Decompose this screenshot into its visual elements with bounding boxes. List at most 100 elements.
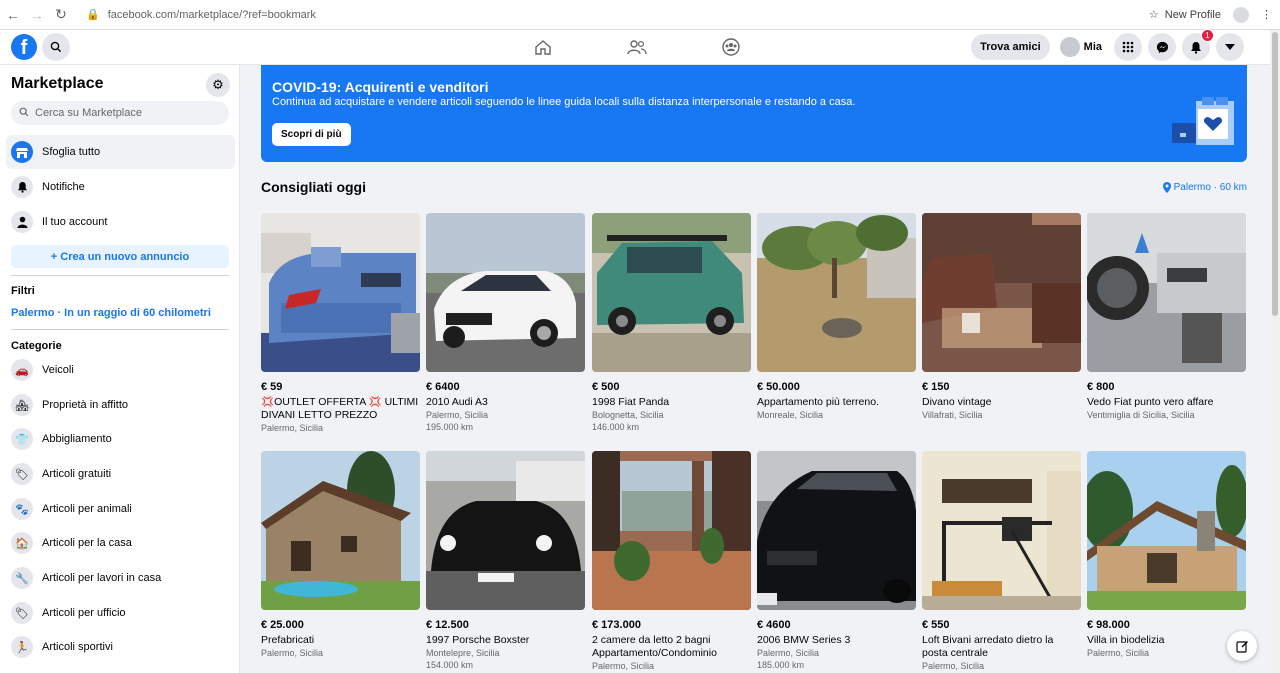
back-icon[interactable]: ← <box>2 4 24 26</box>
banner-text: Continua ad acquistare e vendere articol… <box>272 96 856 108</box>
sidebar-item-browse-all[interactable]: Sfoglia tutto <box>6 135 235 169</box>
kebab-menu-icon[interactable]: ⋮ <box>1261 8 1272 21</box>
category-label: Articoli per animali <box>42 503 132 515</box>
listing-price: € 6400 <box>426 381 460 393</box>
car-icon: 🚗 <box>11 359 33 381</box>
listing-photo <box>922 213 1081 372</box>
listing-price: € 12.500 <box>426 619 469 631</box>
profile-avatar-icon[interactable] <box>1233 6 1249 23</box>
listing-title: Vedo Fiat punto vero affare <box>1087 396 1214 408</box>
sidebar-title: Marketplace <box>11 75 104 92</box>
listing-price: € 550 <box>922 619 950 631</box>
listing-location: Palermo, Sicilia <box>261 423 324 433</box>
create-listing-button[interactable]: + Crea un nuovo annuncio <box>11 245 229 268</box>
listing-price: € 150 <box>922 381 950 393</box>
filters-heading: Filtri <box>11 285 35 297</box>
messenger-icon[interactable] <box>1148 33 1176 61</box>
tag-icon: 🏷 <box>11 463 33 485</box>
house-key-icon: 🏘 <box>11 394 33 416</box>
sidebar-item-notifications[interactable]: Notifiche <box>6 170 235 204</box>
listing-card[interactable]: € 550 Loft Bivani arredato dietro la pos… <box>922 451 1081 671</box>
listing-title: 2 camere da letto 2 bagni Appartamento/C… <box>592 634 717 659</box>
category-label: Veicoli <box>42 364 74 376</box>
new-message-edit-icon[interactable] <box>1227 631 1257 661</box>
category-free[interactable]: 🏷 Articoli gratuiti <box>6 457 235 491</box>
listing-photo <box>757 451 916 610</box>
category-vehicles[interactable]: 🚗 Veicoli <box>6 353 235 387</box>
listing-mileage: 185.000 km <box>757 660 805 670</box>
category-label: Articoli per ufficio <box>42 607 126 619</box>
bell-icon <box>11 176 33 198</box>
friends-nav-icon[interactable] <box>621 36 653 58</box>
listing-price: € 800 <box>1087 381 1115 393</box>
location-filter-link[interactable]: Palermo · In un raggio di 60 chilometri <box>11 307 211 319</box>
learn-more-button[interactable]: Scopri di più <box>272 123 351 146</box>
listing-price: € 173.000 <box>592 619 641 631</box>
listing-price: € 500 <box>592 381 620 393</box>
sidebar-item-label: Sfoglia tutto <box>42 146 101 158</box>
category-home-improvement[interactable]: 🔧 Articoli per lavori in casa <box>6 561 235 595</box>
listing-card[interactable]: € 500 1998 Fiat Panda Bolognetta, Sicili… <box>592 213 751 432</box>
listing-card[interactable]: € 6400 2010 Audi A3 Palermo, Sicilia 195… <box>426 213 585 432</box>
marketplace-search-input[interactable]: Cerca su Marketplace <box>11 101 229 125</box>
listing-location: Palermo, Sicilia <box>592 661 655 671</box>
sidebar: Marketplace ⚙ Cerca su Marketplace Sfogl… <box>0 65 240 673</box>
scrollbar-thumb[interactable] <box>1272 32 1278 316</box>
forward-icon[interactable]: → <box>26 4 48 26</box>
category-office[interactable]: 🏷 Articoli per ufficio <box>6 596 235 630</box>
listing-card[interactable]: € 59 💢OUTLET OFFERTA 💢 ULTIMI DIVANI LET… <box>261 213 420 433</box>
profile-link[interactable]: Mia <box>1059 37 1102 57</box>
reload-icon[interactable]: ↻ <box>50 4 72 26</box>
page-scrollbar[interactable] <box>1270 30 1280 673</box>
listing-photo <box>922 451 1081 610</box>
category-rentals[interactable]: 🏘 Proprietà in affitto <box>6 388 235 422</box>
listing-card[interactable]: € 50.000 Appartamento più terreno. Monre… <box>757 213 916 420</box>
settings-gear-icon[interactable]: ⚙ <box>206 73 230 97</box>
facebook-header: f Trova amici Mia 1 <box>0 29 1270 65</box>
listing-card[interactable]: € 4600 2006 BMW Series 3 Palermo, Sicili… <box>757 451 916 670</box>
category-pets[interactable]: 🐾 Articoli per animali <box>6 492 235 526</box>
banner-title: COVID-19: Acquirenti e venditori <box>272 79 489 95</box>
listing-location: Bolognetta, Sicilia <box>592 410 664 420</box>
category-sports[interactable]: 🏃 Articoli sportivi <box>6 630 235 664</box>
listing-card[interactable]: € 800 Vedo Fiat punto vero affare Ventim… <box>1087 213 1246 420</box>
star-icon[interactable]: ☆ <box>1149 8 1159 21</box>
account-dropdown-icon[interactable] <box>1216 33 1244 61</box>
search-icon[interactable] <box>42 33 70 61</box>
listing-card[interactable]: € 173.000 2 camere da letto 2 bagni Appa… <box>592 451 751 671</box>
location-link[interactable]: Palermo · 60 km <box>1162 182 1247 193</box>
listing-price: € 4600 <box>757 619 791 631</box>
listing-title: Appartamento più terreno. <box>757 396 879 408</box>
listing-title: Loft Bivani arredato dietro la posta cen… <box>922 634 1054 659</box>
sidebar-item-account[interactable]: Il tuo account <box>6 205 235 239</box>
browser-toolbar: ← → ↻ 🔒 facebook.com/marketplace/?ref=bo… <box>0 0 1280 30</box>
home-nav-icon[interactable] <box>527 36 559 58</box>
category-label: Proprietà in affitto <box>42 399 129 411</box>
divider <box>11 275 229 276</box>
running-icon: 🏃 <box>11 636 33 658</box>
listing-title: 1998 Fiat Panda <box>592 396 670 408</box>
listing-title: 💢OUTLET OFFERTA 💢 ULTIMI DIVANI LETTO PR… <box>261 396 419 421</box>
category-home[interactable]: 🏠 Articoli per la casa <box>6 526 235 560</box>
listing-card[interactable]: € 150 Divano vintage Villafrati, Sicilia <box>922 213 1081 420</box>
address-bar[interactable]: facebook.com/marketplace/?ref=bookmark <box>108 9 316 21</box>
menu-grid-icon[interactable] <box>1114 33 1142 61</box>
listing-photo <box>757 213 916 372</box>
find-friends-button[interactable]: Trova amici <box>971 34 1050 60</box>
category-apparel[interactable]: 👕 Abbigliamento <box>6 422 235 456</box>
listing-price: € 59 <box>261 381 283 393</box>
listing-card[interactable]: € 12.500 1997 Porsche Boxster Montelepre… <box>426 451 585 670</box>
listing-card[interactable]: € 25.000 Prefabricati Palermo, Sicilia <box>261 451 420 658</box>
listing-price: € 98.000 <box>1087 619 1130 631</box>
listing-photo <box>426 213 585 372</box>
tags-icon: 🏷 <box>11 602 33 624</box>
profile-label[interactable]: New Profile <box>1165 9 1221 21</box>
listing-photo <box>1087 213 1246 372</box>
listing-location: Monreale, Sicilia <box>757 410 824 420</box>
listing-card[interactable]: € 98.000 Villa in biodelizia Palermo, Si… <box>1087 451 1246 658</box>
notifications-bell-icon[interactable]: 1 <box>1182 29 1214 61</box>
groups-nav-icon[interactable] <box>715 36 747 58</box>
category-label: Articoli sportivi <box>42 641 113 653</box>
facebook-logo-icon[interactable]: f <box>11 34 37 60</box>
person-icon <box>11 211 33 233</box>
